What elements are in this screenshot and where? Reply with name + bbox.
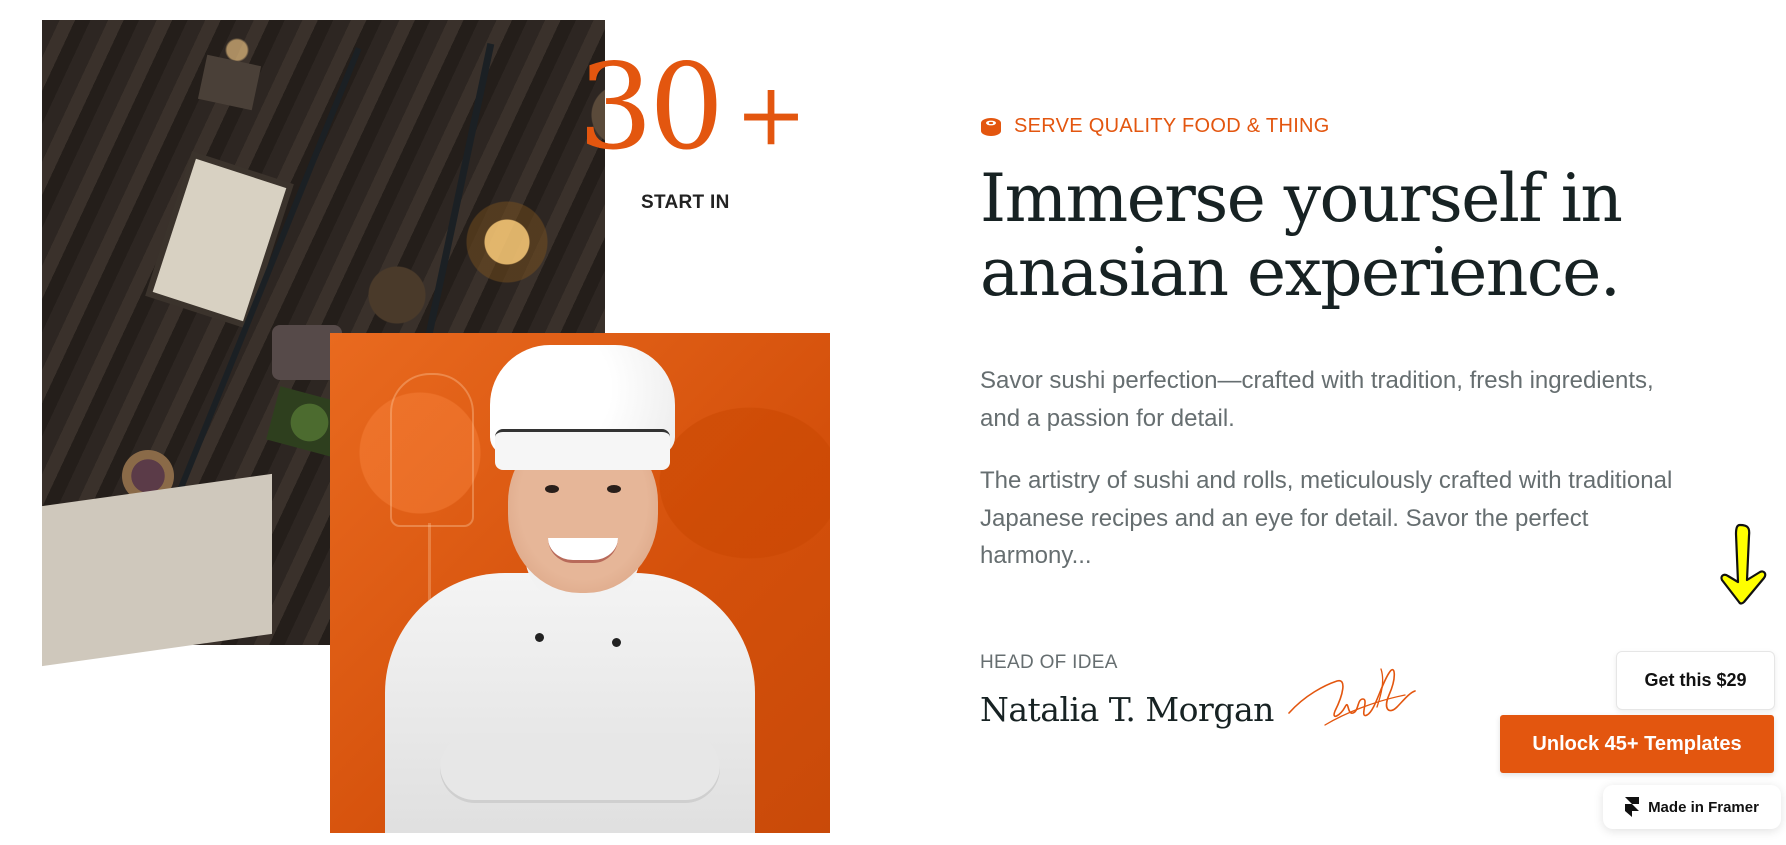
stat-suffix: + — [735, 65, 808, 165]
chef-eye — [545, 485, 559, 493]
framer-logo-icon — [1625, 797, 1640, 817]
get-template-button[interactable]: Get this $29 — [1616, 651, 1775, 710]
photo-wine-glass — [390, 373, 474, 527]
author-role: HEAD OF IDEA — [980, 652, 1118, 673]
photo-beam — [416, 42, 495, 378]
page-title: Immerse yourself in anasian experience. — [980, 162, 1740, 310]
section-eyebrow: SERVE QUALITY FOOD & THING — [980, 115, 1330, 138]
headline-line: Immerse yourself in — [980, 160, 1623, 237]
photo-table — [197, 54, 262, 111]
jacket-button — [535, 633, 544, 642]
eyebrow-text: SERVE QUALITY FOOD & THING — [1014, 115, 1330, 137]
chef-crossed-arms — [440, 733, 720, 803]
intro-paragraph: Savor sushi perfection—crafted with trad… — [980, 367, 1654, 432]
jacket-button — [612, 638, 621, 647]
chef-photo — [330, 333, 830, 833]
down-arrow-icon — [1720, 523, 1767, 605]
photo-table — [152, 158, 287, 322]
stat-label: START IN — [641, 192, 730, 213]
photo-counter — [42, 473, 272, 667]
made-in-framer-label: Made in Framer — [1648, 798, 1759, 816]
headline-line: anasian experience. — [980, 234, 1621, 311]
stat-number: 30 — [578, 38, 724, 176]
description-paragraph: The artistry of sushi and rolls, meticul… — [980, 467, 1673, 569]
chef-hat-band — [495, 429, 670, 470]
chef-eye — [607, 485, 621, 493]
unlock-templates-button[interactable]: Unlock 45+ Templates — [1500, 715, 1774, 773]
made-in-framer-badge[interactable]: Made in Framer — [1603, 785, 1781, 829]
signature-image — [1288, 668, 1416, 726]
author-name: Natalia T. Morgan — [980, 690, 1274, 729]
sushi-roll-icon — [981, 117, 1001, 136]
